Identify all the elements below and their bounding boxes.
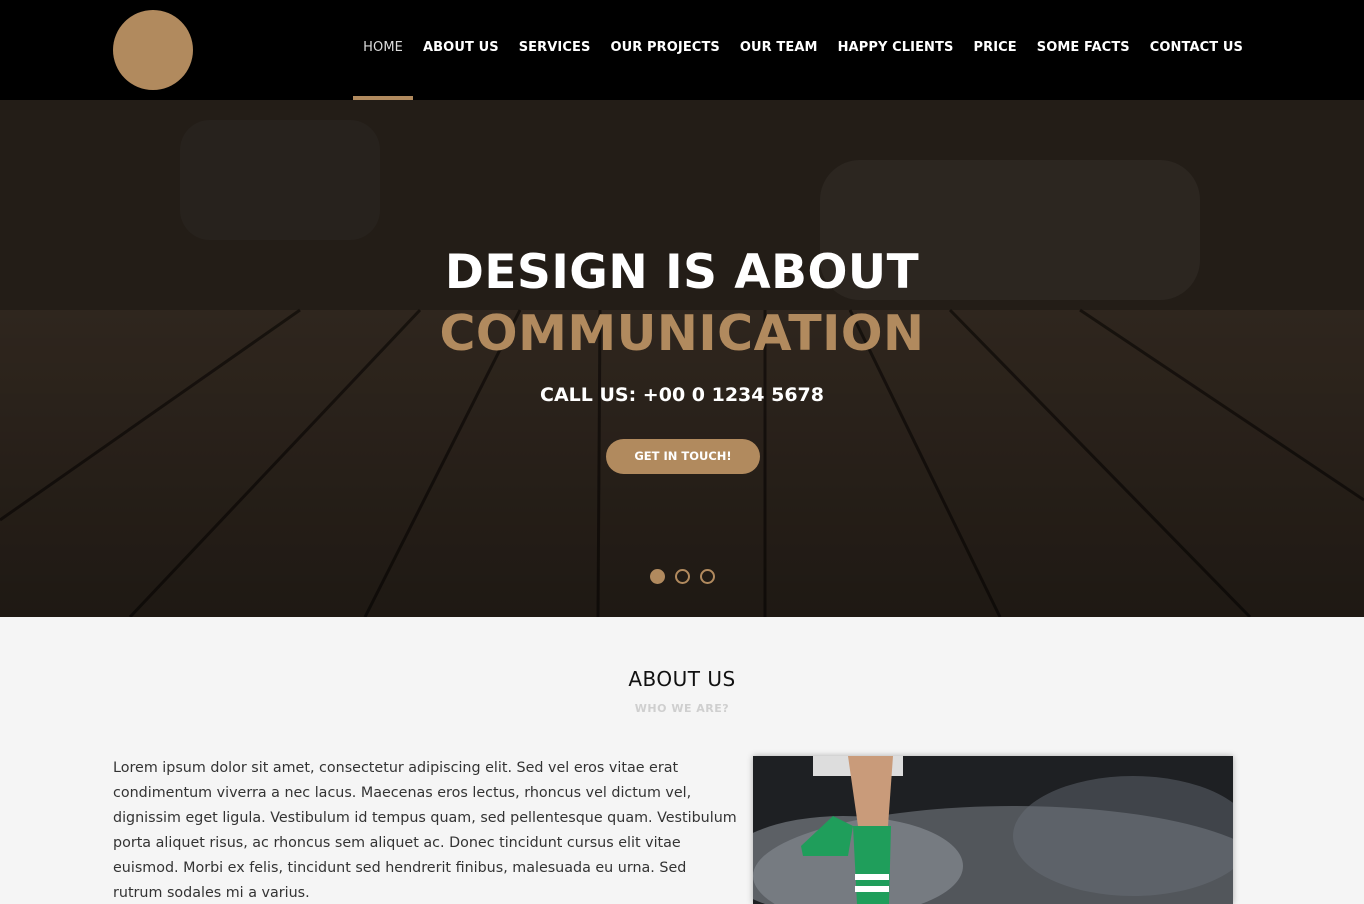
nav-item-contact-us[interactable]: CONTACT US [1150, 0, 1243, 100]
nav-item-our-projects[interactable]: OUR PROJECTS [610, 0, 719, 100]
about-text: Lorem ipsum dolor sit amet, consectetur … [113, 760, 737, 901]
hero-phone: CALL US: +00 0 1234 5678 [540, 384, 824, 406]
slider-dots [650, 569, 715, 584]
slider-dot-2[interactable] [675, 569, 690, 584]
main-nav: HOME ABOUT US SERVICES OUR PROJECTS OUR … [353, 0, 1243, 100]
nav-item-price[interactable]: PRICE [973, 0, 1016, 100]
hero-slider: DESIGN IS ABOUT COMMUNICATION CALL US: +… [0, 100, 1364, 617]
nav-item-happy-clients[interactable]: HAPPY CLIENTS [838, 0, 954, 100]
nav-item-about-us[interactable]: ABOUT US [423, 0, 499, 100]
logo[interactable] [113, 10, 193, 90]
hero-heading: DESIGN IS ABOUT [444, 245, 920, 300]
slider-dot-1[interactable] [650, 569, 665, 584]
nav-item-home[interactable]: HOME [353, 0, 413, 100]
site-header: HOME ABOUT US SERVICES OUR PROJECTS OUR … [0, 0, 1364, 100]
about-image [753, 756, 1233, 904]
get-in-touch-button[interactable]: GET IN TOUCH! [606, 439, 760, 474]
about-title: ABOUT US [628, 667, 736, 691]
nav-item-our-team[interactable]: OUR TEAM [740, 0, 818, 100]
hero-heading-accent: COMMUNICATION [439, 305, 925, 362]
slider-dot-3[interactable] [700, 569, 715, 584]
athlete-smoke-image [753, 756, 1233, 904]
nav-item-some-facts[interactable]: SOME FACTS [1037, 0, 1130, 100]
about-subtitle: WHO WE ARE? [634, 702, 730, 715]
nav-item-services[interactable]: SERVICES [519, 0, 591, 100]
